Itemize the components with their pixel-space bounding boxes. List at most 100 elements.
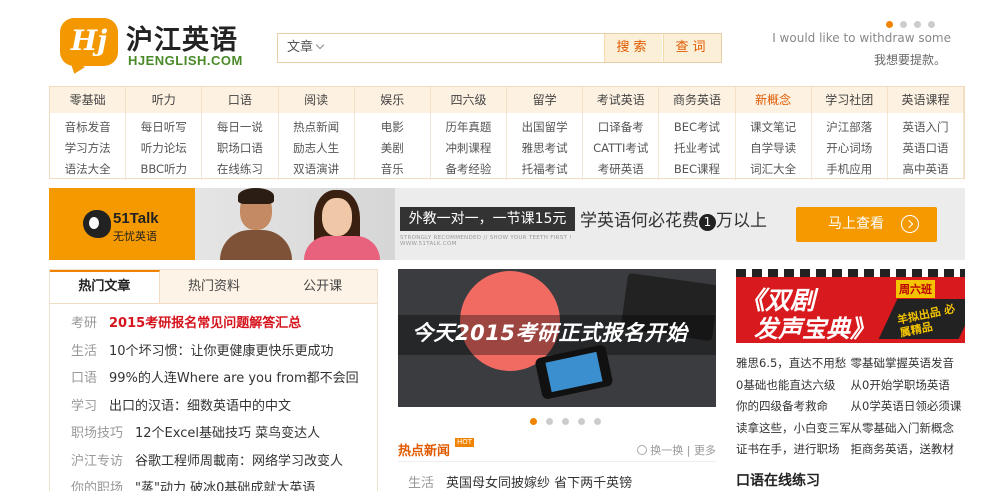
course-link[interactable]: 零基础掌握英语发音: [851, 353, 966, 375]
course-link[interactable]: 0基础也能直达六级: [736, 375, 851, 397]
category-link[interactable]: 出国留学: [507, 117, 582, 138]
category-link[interactable]: 职场口语: [202, 138, 277, 159]
article-row[interactable]: 沪江专访 谷歌工程师周載南：网络学习改变人: [71, 448, 377, 476]
category-link[interactable]: 高中英语: [888, 159, 963, 180]
ad-banner[interactable]: 51Talk 无忧英语 外教一对一，一节课15元 STRONGLY RECOMM…: [49, 188, 965, 260]
category-link[interactable]: 课文笔记: [736, 117, 811, 138]
category-link[interactable]: 热点新闻: [279, 117, 354, 138]
article-title[interactable]: 2015考研报名常见问题解答汇总: [109, 316, 301, 331]
course-link[interactable]: 从零基础入门新概念: [851, 418, 966, 440]
category-header[interactable]: 学习社团: [812, 87, 888, 113]
carousel-dot[interactable]: [594, 418, 601, 425]
category-header[interactable]: 商务英语: [659, 87, 736, 113]
refresh-icon[interactable]: [637, 445, 648, 455]
category-header[interactable]: 考试英语: [583, 87, 660, 113]
carousel-dot[interactable]: [530, 418, 537, 425]
course-link[interactable]: 证书在手，进行职场: [736, 439, 851, 461]
category-link[interactable]: 沪江部落: [812, 117, 887, 138]
carousel-dot[interactable]: [886, 21, 893, 28]
category-link[interactable]: 考研英语: [583, 159, 658, 180]
category-link[interactable]: 电影: [355, 117, 430, 138]
category-link[interactable]: 在线练习: [202, 159, 277, 180]
carousel-dot[interactable]: [546, 418, 553, 425]
category-link[interactable]: 励志人生: [279, 138, 354, 159]
category-header[interactable]: 娱乐: [355, 87, 431, 113]
article-row[interactable]: 生活 10个坏习惯：让你更健康更快乐更成功: [71, 338, 377, 366]
carousel-dot[interactable]: [900, 21, 907, 28]
category-header[interactable]: 听力: [126, 87, 203, 113]
article-row[interactable]: 考研 2015考研报名常见问题解答汇总: [71, 310, 377, 338]
category-link[interactable]: 语法大全: [50, 159, 125, 180]
course-link[interactable]: 从0开始学职场英语: [851, 375, 966, 397]
category-link[interactable]: 手机应用: [812, 159, 887, 180]
category-link[interactable]: 自学导读: [736, 138, 811, 159]
article-title[interactable]: 出口的汉语：细数英语中的中文: [109, 399, 291, 414]
category-link[interactable]: 历年真题: [431, 117, 506, 138]
article-category[interactable]: 考研: [71, 316, 97, 331]
category-link[interactable]: 双语演讲: [279, 159, 354, 180]
article-category[interactable]: 生活: [71, 344, 97, 359]
category-link[interactable]: 开心词场: [812, 138, 887, 159]
category-link[interactable]: 词汇大全: [736, 159, 811, 180]
article-title[interactable]: 12个Excel基础技巧 菜鸟变达人: [135, 426, 320, 441]
article-row[interactable]: 学习 出口的汉语：细数英语中的中文: [71, 393, 377, 421]
hot-news-item[interactable]: 生活 英国母女同披嫁纱 省下两千英镑: [408, 472, 632, 491]
category-link[interactable]: 听力论坛: [126, 138, 201, 159]
tab-article-2[interactable]: 公开课: [268, 270, 377, 303]
category-link[interactable]: 音乐: [355, 159, 430, 180]
article-title[interactable]: 99%的人连Where are you from都不会回: [109, 371, 359, 386]
article-category[interactable]: 职场技巧: [71, 426, 123, 441]
tab-article-1[interactable]: 热门资料: [160, 270, 269, 303]
category-link[interactable]: 英语口语: [888, 138, 963, 159]
course-link[interactable]: 读拿这些，小白变三军: [736, 418, 851, 440]
category-link[interactable]: BEC考试: [659, 117, 734, 138]
category-link[interactable]: 冲刺课程: [431, 138, 506, 159]
category-header[interactable]: 四六级: [431, 87, 508, 113]
category-link[interactable]: 托业考试: [659, 138, 734, 159]
tab-article-0[interactable]: 热门文章: [50, 270, 160, 303]
article-row[interactable]: 口语 99%的人连Where are you from都不会回: [71, 365, 377, 393]
category-link[interactable]: 每日听写: [126, 117, 201, 138]
carousel-dot[interactable]: [914, 21, 921, 28]
promo-banner[interactable]: 《双剧 周六班 发声宝典》 羊拟出品 必属精品: [736, 269, 965, 343]
article-title[interactable]: 谷歌工程师周載南：网络学习改变人: [135, 454, 343, 469]
category-link[interactable]: BBC听力: [126, 159, 201, 180]
course-link[interactable]: 雅思6.5，直达不用愁: [736, 353, 851, 375]
search-category-select[interactable]: 文章: [278, 34, 336, 62]
category-link[interactable]: 雅思考试: [507, 138, 582, 159]
article-row[interactable]: 你的职场 "蒸"动力 破冰0基础成就大英语: [71, 475, 377, 491]
course-link[interactable]: 从0学英语日领必须课: [851, 396, 966, 418]
hot-news-title[interactable]: 热点新闻: [398, 440, 450, 459]
category-header[interactable]: 零基础: [50, 87, 127, 113]
category-link[interactable]: BEC课程: [659, 159, 734, 180]
category-header[interactable]: 英语课程: [888, 87, 965, 113]
refresh-link[interactable]: 换一换: [650, 444, 683, 457]
category-header[interactable]: 留学: [507, 87, 584, 113]
speaking-practice-heading[interactable]: 口语在线练习: [736, 470, 820, 490]
more-link[interactable]: 更多: [694, 444, 716, 457]
course-link[interactable]: 拒商务英语，送教材: [851, 439, 966, 461]
article-title[interactable]: 10个坏习惯：让你更健康更快乐更成功: [109, 344, 334, 359]
category-link[interactable]: 每日一说: [202, 117, 277, 138]
banner-cta-button[interactable]: 马上查看: [796, 207, 937, 242]
carousel-dot[interactable]: [928, 21, 935, 28]
category-link[interactable]: 备考经验: [431, 159, 506, 180]
article-row[interactable]: 职场技巧 12个Excel基础技巧 菜鸟变达人: [71, 420, 377, 448]
featured-slide[interactable]: 今天2015考研正式报名开始: [398, 269, 716, 407]
category-header[interactable]: 新概念: [736, 87, 812, 113]
article-category[interactable]: 沪江专访: [71, 454, 123, 469]
article-category[interactable]: 学习: [71, 399, 97, 414]
category-header[interactable]: 阅读: [279, 87, 355, 113]
category-header[interactable]: 口语: [202, 87, 279, 113]
category-link[interactable]: 英语入门: [888, 117, 963, 138]
site-logo[interactable]: Hj 沪江英语 HJENGLISH.COM: [60, 18, 260, 68]
carousel-dot[interactable]: [578, 418, 585, 425]
category-link[interactable]: 口译备考: [583, 117, 658, 138]
article-category[interactable]: 口语: [71, 371, 97, 386]
category-link[interactable]: 美剧: [355, 138, 430, 159]
category-link[interactable]: 学习方法: [50, 138, 125, 159]
search-input[interactable]: [338, 34, 604, 62]
daily-quote-english[interactable]: I would like to withdraw some: [772, 31, 951, 45]
dictionary-lookup-button[interactable]: 查词: [663, 34, 721, 62]
article-category[interactable]: 你的职场: [71, 481, 123, 491]
